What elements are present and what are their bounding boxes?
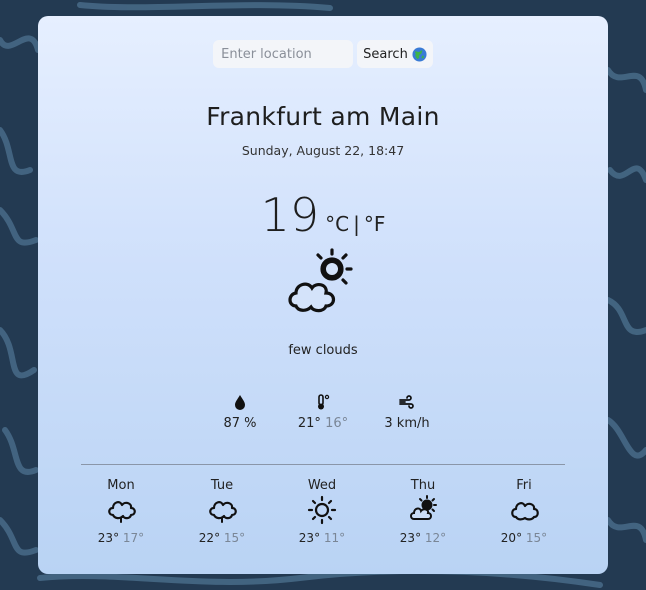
weather-card: Search Frankfurt am Main Sunday, August … — [38, 16, 608, 574]
temperature-value: 19 — [260, 188, 320, 242]
unit-toggle: °C | °F — [325, 212, 385, 236]
current-temperature: 19 °C | °F — [38, 188, 608, 242]
partly-cloudy-icon — [410, 495, 437, 520]
forecast-high: 23° — [399, 531, 422, 545]
forecast-low: 12° — [424, 531, 447, 545]
wind-icon — [399, 395, 414, 409]
forecast-low: 11° — [323, 531, 346, 545]
forecast-day-name: Fri — [516, 478, 532, 493]
feels-like-stat: 21° 16° — [283, 394, 363, 431]
humidity-value: 87 % — [223, 416, 257, 431]
unit-celsius[interactable]: °C — [325, 212, 349, 236]
forecast-day: Tue 22° 15° — [182, 478, 262, 546]
cloud-icon — [108, 501, 136, 523]
feels-high-value: 21° — [297, 416, 321, 431]
unit-separator: | — [353, 212, 360, 236]
wind-value: 3 km/h — [384, 416, 430, 431]
sun-icon — [307, 495, 337, 525]
forecast-day: Thu 23° 12° — [383, 478, 463, 546]
wind-stat: 3 km/h — [367, 394, 447, 431]
search-input[interactable] — [213, 40, 354, 68]
forecast-low: 15° — [525, 531, 548, 545]
forecast-day: Mon 23° 17° — [81, 478, 161, 546]
forecast-high: 20° — [500, 531, 523, 545]
forecast-low: 17° — [122, 531, 145, 545]
forecast-day-name: Thu — [410, 478, 436, 493]
humidity-stat: 87 % — [200, 394, 280, 431]
globe-icon — [412, 46, 427, 62]
forecast-high: 22° — [198, 531, 221, 545]
search-button[interactable]: Search — [357, 40, 433, 68]
cloud-icon — [209, 501, 237, 523]
forecast-low: 15° — [223, 531, 246, 545]
cloud-icon — [511, 502, 539, 521]
forecast-high: 23° — [298, 531, 321, 545]
partly-cloudy-icon — [288, 248, 353, 313]
thermometer-icon — [318, 394, 330, 410]
unit-fahrenheit[interactable]: °F — [364, 212, 386, 236]
weather-description: few clouds — [288, 343, 358, 358]
forecast-high: 23° — [97, 531, 120, 545]
water-drop-icon — [235, 395, 245, 410]
forecast-day-name: Mon — [107, 478, 135, 493]
search-bar: Search — [38, 40, 608, 68]
forecast-day: Wed 23° 11° — [282, 478, 362, 546]
forecast-day-name: Wed — [307, 478, 337, 493]
search-button-label: Search — [363, 46, 408, 62]
date-time: Sunday, August 22, 18:47 — [241, 143, 405, 158]
feels-low-value: 16° — [325, 416, 349, 431]
forecast-day-name: Tue — [210, 478, 234, 493]
city-name: Frankfurt am Main — [206, 102, 440, 131]
forecast-divider — [81, 464, 565, 465]
forecast-day: Fri 20° 15° — [484, 478, 564, 546]
